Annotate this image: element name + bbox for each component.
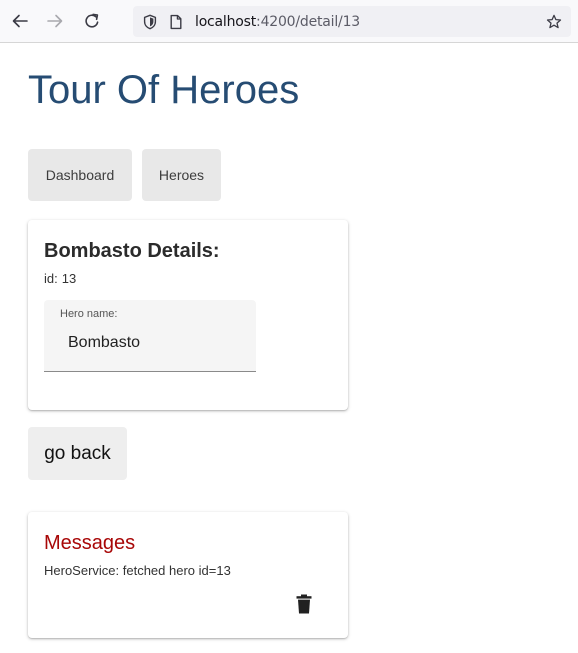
url-text[interactable]: localhost:4200/detail/13 (195, 14, 360, 30)
hero-id: id: 13 (44, 271, 76, 286)
message-item: HeroService: fetched hero id=13 (44, 563, 231, 578)
app-title: Tour Of Heroes (28, 68, 300, 112)
trash-icon (296, 594, 312, 614)
hero-detail-heading: Bombasto Details: (44, 240, 220, 262)
hero-name-input[interactable] (60, 330, 244, 356)
go-back-button[interactable]: go back (28, 427, 127, 480)
messages-card: Messages HeroService: fetched hero id=13 (28, 512, 348, 638)
hero-id-value: 13 (61, 271, 77, 286)
reload-icon (85, 13, 99, 28)
nav-dashboard-link[interactable]: Dashboard (28, 149, 132, 201)
hero-name-label: Hero name: (60, 308, 118, 320)
nav-heroes-link[interactable]: Heroes (142, 149, 221, 201)
arrow-right-icon (47, 14, 63, 28)
hero-detail-card: Bombasto Details: id: 13 Hero name: (28, 220, 348, 410)
page-icon[interactable] (167, 13, 184, 30)
address-bar[interactable]: localhost:4200/detail/13 (133, 6, 571, 37)
hero-id-label: id: (44, 271, 58, 286)
browser-toolbar: localhost:4200/detail/13 (0, 0, 578, 43)
star-icon[interactable] (545, 13, 562, 30)
url-path: :4200/detail/13 (256, 14, 360, 30)
arrow-left-icon (12, 14, 28, 28)
forward-button[interactable] (42, 8, 68, 34)
messages-title: Messages (44, 532, 136, 554)
clear-messages-button[interactable] (292, 592, 316, 616)
reload-button[interactable] (79, 8, 105, 34)
shield-icon[interactable] (141, 13, 158, 30)
url-host: localhost (195, 14, 257, 30)
hero-name-field[interactable]: Hero name: (44, 300, 256, 372)
back-button[interactable] (7, 8, 33, 34)
